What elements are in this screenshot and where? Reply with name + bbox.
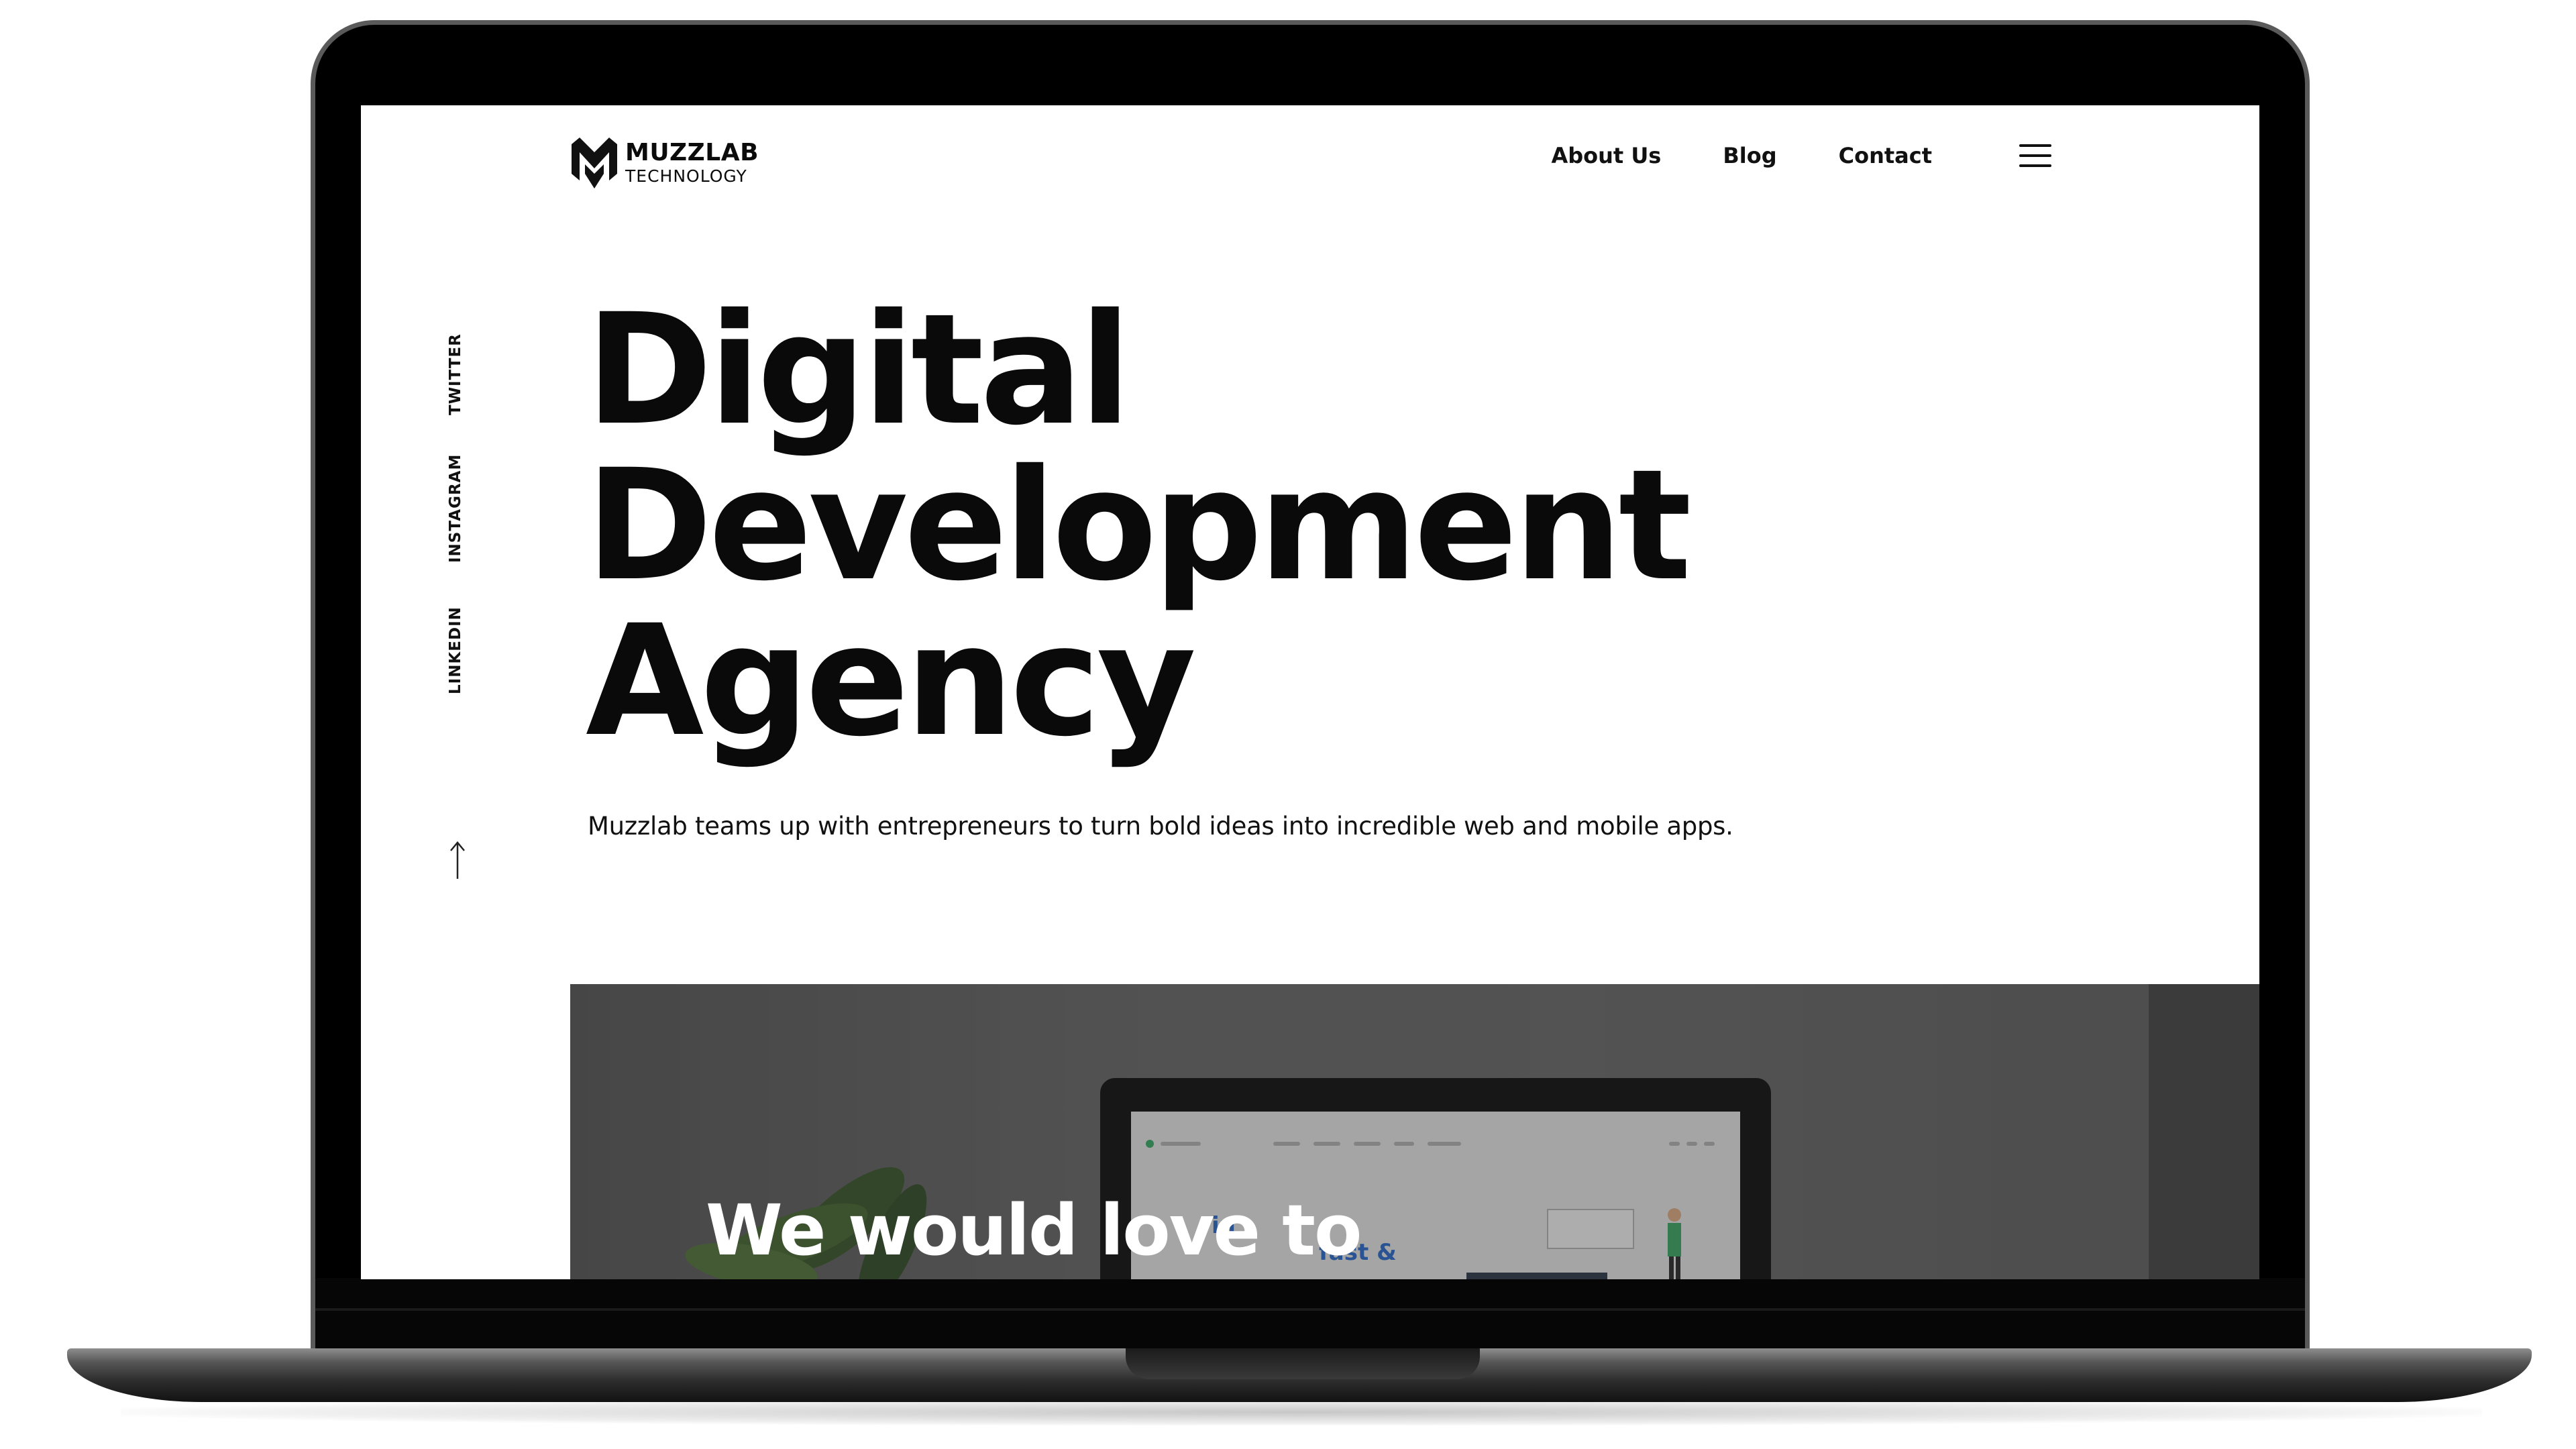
hero-subtitle: Muzzlab teams up with entrepreneurs to t…: [588, 812, 1733, 841]
hamburger-menu-icon[interactable]: [2019, 144, 2051, 167]
showcase-headline: We would love to: [706, 1189, 1362, 1271]
hero-title-line-3: Agency: [586, 592, 1196, 770]
laptop-chin: [315, 1278, 2305, 1352]
menu-line: [2019, 164, 2051, 167]
laptop-notch: [1126, 1348, 1480, 1379]
showcase-image: in fast & We would love to: [570, 984, 2259, 1279]
brand-tagline: TECHNOLOGY: [625, 166, 747, 186]
laptop-shadow: [121, 1399, 2482, 1426]
arrow-up-icon[interactable]: [449, 840, 466, 880]
social-twitter-link[interactable]: TWITTER: [447, 333, 464, 415]
menu-line: [2019, 154, 2051, 157]
muzzlab-logo-icon: [572, 138, 617, 189]
hero-title-line-1: Digital: [586, 280, 1132, 459]
website-screen: MUZZLAB TECHNOLOGY About Us Blog Contact…: [361, 105, 2259, 1279]
menu-line: [2019, 144, 2051, 147]
nav-blog-link[interactable]: Blog: [1723, 145, 1776, 166]
brand-name: MUZZLAB: [625, 138, 759, 166]
nav-contact-link[interactable]: Contact: [1839, 145, 1932, 166]
hero-title-line-2: Development: [586, 436, 1692, 614]
social-linkedin-link[interactable]: LINKEDIN: [447, 606, 464, 694]
showcase-dark-strip: [2149, 984, 2259, 1279]
laptop-chin-line: [315, 1308, 2305, 1311]
logo-text: MUZZLAB TECHNOLOGY: [625, 138, 759, 186]
brand-logo[interactable]: MUZZLAB TECHNOLOGY: [570, 135, 759, 190]
hero-title: Digital Development Agency: [586, 280, 1692, 770]
main-nav: About Us Blog Contact: [1551, 144, 2051, 167]
nav-about-us-link[interactable]: About Us: [1551, 145, 1661, 166]
social-instagram-link[interactable]: INSTAGRAM: [447, 454, 464, 563]
